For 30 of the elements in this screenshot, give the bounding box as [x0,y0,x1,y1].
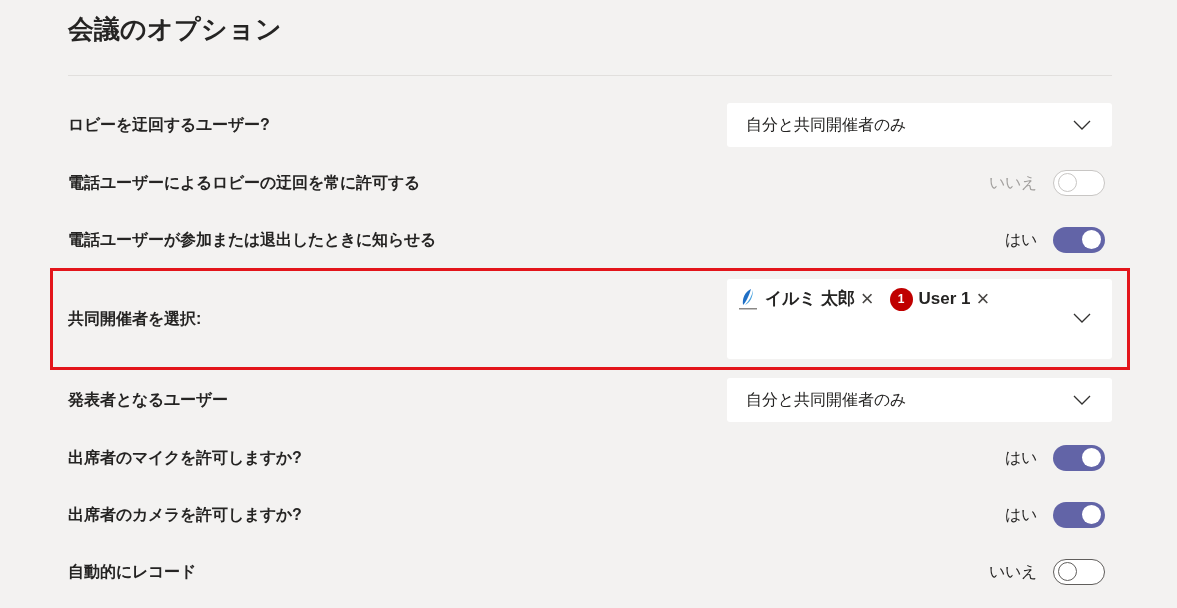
option-label: 出席者のマイクを許可しますか? [68,447,302,468]
option-label: 発表者となるユーザー [68,389,228,411]
person-name: イルミ 太郎 [765,288,855,311]
dropdown[interactable]: 自分と共同開催者のみ [727,102,1112,147]
chevron-down-icon [1073,394,1091,405]
toggle-state-text: いいえ [989,172,1037,193]
remove-button[interactable]: × [860,288,874,310]
avatar-badge: 1 [889,287,913,311]
option-label: 電話ユーザーによるロビーの迂回を常に許可する [68,172,420,193]
toggle-state-text: いいえ [989,561,1037,582]
toggle-state-text: はい [1005,229,1037,250]
toggle-switch[interactable] [1053,558,1105,585]
person-name: User 1 [918,288,971,311]
toggle-state-text: はい [1005,504,1037,525]
toggle-switch[interactable] [1053,444,1105,471]
people-picker[interactable]: イルミ 太郎 × 1 User 1 × [727,279,1112,359]
option-label: ロビーを迂回するユーザー? [68,114,270,135]
logo-icon [737,287,759,311]
option-label: 電話ユーザーが参加または退出したときに知らせる [68,229,436,250]
option-label: 共同開催者を選択: [68,309,202,329]
dropdown[interactable]: 自分と共同開催者のみ [727,377,1112,422]
toggle-state-text: はい [1005,447,1037,468]
option-label: 自動的にレコード [68,561,196,582]
page-title: 会議のオプション [68,13,282,46]
remove-button[interactable]: × [976,288,990,310]
option-label: 出席者のカメラを許可しますか? [68,504,302,525]
toggle-switch[interactable] [1053,501,1105,528]
chevron-down-icon [1073,313,1091,323]
toggle-switch[interactable] [1053,226,1105,253]
chevron-down-icon [1073,119,1091,130]
